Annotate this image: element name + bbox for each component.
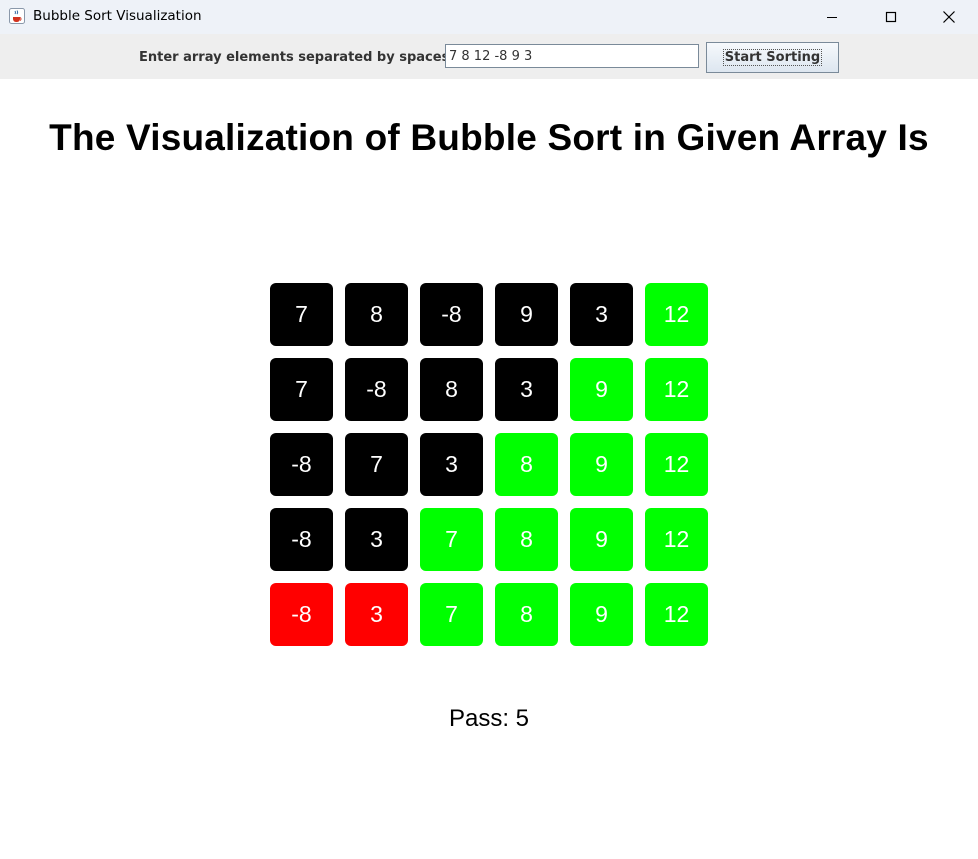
- array-cell: 8: [420, 358, 483, 421]
- array-cell: 9: [570, 358, 633, 421]
- pass-row: 7 8 -8 9 3 12: [270, 283, 708, 346]
- array-cell: 3: [570, 283, 633, 346]
- pass-row: -8 3 7 8 9 12: [270, 508, 708, 571]
- array-cell: 7: [420, 583, 483, 646]
- pass-counter: Pass: 5: [448, 705, 530, 732]
- close-button[interactable]: [920, 0, 978, 34]
- array-cell: 7: [270, 283, 333, 346]
- array-cell: -8: [345, 358, 408, 421]
- array-cell: 3: [495, 358, 558, 421]
- array-cell: 12: [645, 283, 708, 346]
- array-cell: -8: [270, 583, 333, 646]
- minimize-icon: [827, 17, 837, 18]
- pass-row: -8 7 3 8 9 12: [270, 433, 708, 496]
- array-cell: 12: [645, 433, 708, 496]
- pass-row: 7 -8 8 3 9 12: [270, 358, 708, 421]
- array-cell: 12: [645, 508, 708, 571]
- array-cell: 7: [270, 358, 333, 421]
- array-cell: -8: [270, 508, 333, 571]
- array-cell: 9: [570, 583, 633, 646]
- close-icon: [943, 11, 955, 23]
- array-cell: -8: [420, 283, 483, 346]
- input-toolbar: Enter array elements separated by spaces…: [0, 34, 978, 79]
- array-cell: 7: [345, 433, 408, 496]
- array-cell: 9: [570, 433, 633, 496]
- array-cell: 8: [345, 283, 408, 346]
- window-title: Bubble Sort Visualization: [33, 8, 202, 24]
- pass-row: -8 3 7 8 9 12: [270, 583, 708, 646]
- array-cell: 8: [495, 433, 558, 496]
- start-sorting-label: Start Sorting: [722, 49, 823, 66]
- array-cell: 3: [345, 583, 408, 646]
- visualization-heading: The Visualization of Bubble Sort in Give…: [49, 117, 929, 158]
- array-cell: 12: [645, 583, 708, 646]
- array-cell: -8: [270, 433, 333, 496]
- minimize-button[interactable]: [803, 0, 861, 34]
- array-prompt-label: Enter array elements separated by spaces…: [139, 50, 455, 65]
- array-cell: 8: [495, 583, 558, 646]
- array-cell: 9: [570, 508, 633, 571]
- array-input[interactable]: [445, 44, 699, 68]
- array-cell: 9: [495, 283, 558, 346]
- array-cell: 12: [645, 358, 708, 421]
- array-cell: 3: [420, 433, 483, 496]
- start-sorting-button[interactable]: Start Sorting: [706, 42, 839, 73]
- title-bar: Bubble Sort Visualization: [0, 0, 978, 34]
- maximize-icon: [885, 11, 897, 23]
- array-cell: 3: [345, 508, 408, 571]
- maximize-button[interactable]: [862, 0, 920, 34]
- array-cell: 7: [420, 508, 483, 571]
- java-cup-icon: [9, 8, 25, 24]
- array-cell: 8: [495, 508, 558, 571]
